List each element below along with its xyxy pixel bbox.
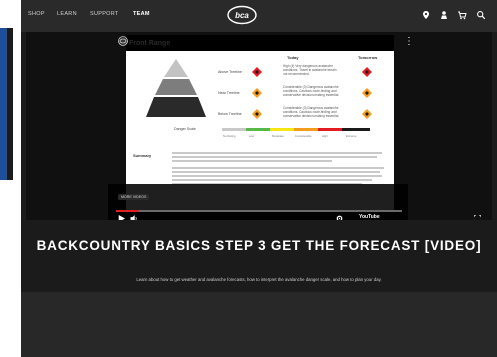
settings-gear-icon[interactable]: [336, 215, 343, 220]
danger-scale-considerable: [294, 128, 318, 131]
footer-section: [21, 292, 497, 357]
left-edge-strip: [0, 0, 21, 357]
danger-icon-high: [252, 67, 262, 77]
today-above-treeline-text: High (4) Very dangerous avalanche condit…: [283, 64, 337, 76]
fullscreen-icon[interactable]: [474, 215, 481, 220]
account-icon[interactable]: [439, 10, 449, 20]
danger-scale-bar: No Rating Low Moderate Considerable High…: [222, 128, 370, 138]
top-navigation: SHOP LEARN SUPPORT TEAM bca: [21, 0, 497, 32]
video-progress-played: [116, 210, 139, 212]
nav-team[interactable]: TEAM: [133, 11, 150, 17]
article-title: BACKCOUNTRY BASICS STEP 3 GET THE FORECA…: [36, 238, 482, 253]
danger-scale-moderate: [270, 128, 294, 131]
danger-icon-tomorrow-high: [362, 67, 372, 77]
left-edge-blue-band: [0, 28, 7, 180]
danger-icon-considerable: [252, 88, 262, 98]
danger-level-label: High: [322, 134, 328, 138]
summary-label: Summary: [133, 153, 152, 158]
article-subtitle: Learn about how to get weather and avala…: [136, 277, 382, 282]
site-window: SHOP LEARN SUPPORT TEAM bca Front Range …: [21, 0, 497, 357]
slide-title: Front Range: [129, 40, 171, 47]
nav-support[interactable]: SUPPORT: [90, 11, 119, 17]
page: SHOP LEARN SUPPORT TEAM bca Front Range …: [0, 0, 497, 357]
row-label-near-treeline: Near Treeline: [218, 91, 240, 95]
video-menu-icon[interactable]: ⋮: [404, 36, 414, 47]
danger-scale-label: Danger Scale: [174, 127, 196, 131]
danger-level-label: No Rating: [223, 134, 236, 138]
elevation-pyramid: [146, 59, 206, 117]
today-below-treeline-text: Considerable (3) Dangerous avalanche con…: [283, 106, 340, 118]
row-label-above-treeline: Above Treeline: [218, 70, 242, 74]
youtube-logo[interactable]: YouTube: [359, 214, 380, 220]
danger-level-label: Considerable: [295, 134, 312, 138]
danger-icon-tomorrow-considerable: [362, 88, 372, 98]
play-icon[interactable]: [118, 215, 125, 220]
nav-learn[interactable]: LEARN: [57, 11, 77, 17]
column-tomorrow: Tomorrow: [358, 55, 378, 60]
volume-icon[interactable]: [130, 215, 138, 220]
danger-icon-considerable: [252, 109, 262, 119]
danger-scale-high: [318, 128, 342, 131]
left-edge-dark-band: [7, 28, 13, 180]
column-today: Today: [287, 55, 299, 60]
nav-shop[interactable]: SHOP: [28, 11, 45, 17]
today-near-treeline-text: Considerable (3) Dangerous avalanche con…: [283, 85, 340, 97]
location-pin-icon[interactable]: [421, 10, 431, 20]
logo-text: bca: [235, 11, 249, 20]
danger-icon-tomorrow-considerable: [362, 109, 372, 119]
danger-level-label: Extreme: [346, 134, 357, 138]
danger-level-label: Low: [249, 134, 255, 138]
cart-icon[interactable]: [457, 10, 467, 20]
danger-level-label: Moderate: [272, 134, 284, 138]
row-label-below-treeline: Below Treeline: [218, 112, 242, 116]
danger-scale-low: [246, 128, 270, 131]
more-videos-button[interactable]: MORE VIDEOS: [118, 194, 150, 200]
danger-scale-no-rating: [222, 128, 246, 131]
video-progress-bar[interactable]: [116, 210, 402, 212]
video-player[interactable]: Front Range Today Tomorrow Above Treelin…: [26, 32, 492, 220]
search-icon[interactable]: [476, 10, 486, 20]
danger-scale-extreme: [342, 128, 370, 131]
bca-logo[interactable]: bca: [226, 5, 258, 25]
channel-avatar-icon[interactable]: [118, 36, 128, 46]
